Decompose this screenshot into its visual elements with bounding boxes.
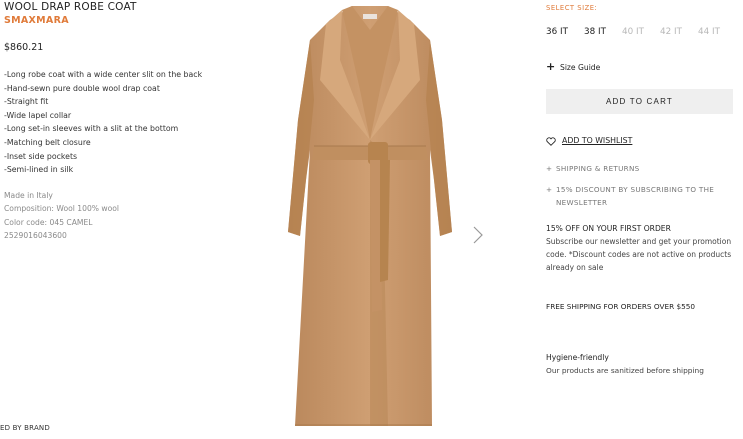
product-title: WOOL DRAP ROBE COAT [4, 1, 137, 13]
size-option-38[interactable]: 38 IT [584, 27, 622, 37]
hygiene-body: Our products are sanitized before shippi… [546, 366, 704, 375]
shipping-returns-label: SHIPPING & RETURNS [556, 164, 640, 173]
plus-icon: + [546, 185, 553, 194]
size-option-40[interactable]: 40 IT [622, 27, 660, 37]
plus-icon: + [546, 164, 553, 173]
sku-text: 2529016043600 [4, 230, 67, 240]
newsletter-discount-toggle[interactable]: + 15% DISCOUNT BY SUBSCRIBING TO THE NEW… [546, 183, 736, 209]
composition-text: Composition: Wool 100% wool [4, 204, 120, 214]
feature-item: -Straight fit [4, 97, 49, 107]
product-details: WOOL DRAP ROBE COAT SMAXMARA $860.21 -Lo… [4, 0, 204, 242]
size-guide-link[interactable]: + Size Guide [546, 61, 736, 73]
heart-icon [546, 131, 556, 150]
size-option-36[interactable]: 36 IT [546, 27, 584, 37]
hygiene-title: Hygiene-friendly [546, 353, 609, 362]
size-option-44[interactable]: 44 IT [698, 27, 736, 37]
product-image[interactable] [270, 0, 470, 426]
wishlist-label: ADD TO WISHLIST [562, 135, 633, 145]
size-guide-label: Size Guide [560, 62, 601, 72]
size-selector: 36 IT 38 IT 40 IT 42 IT 44 IT [546, 25, 736, 39]
feature-item: -Wide lapel collar [4, 110, 72, 120]
feature-item: -Hand-sewn pure double wool drap coat [4, 83, 160, 93]
feature-item: -Long set-in sleeves with a slit at the … [4, 124, 179, 134]
size-option-42[interactable]: 42 IT [660, 27, 698, 37]
feature-item: -Semi-lined in silk [4, 165, 74, 175]
purchase-panel: SELECT SIZE: 36 IT 38 IT 40 IT 42 IT 44 … [546, 0, 736, 377]
feature-list: -Long robe coat with a wide center slit … [4, 68, 204, 177]
product-brand[interactable]: SMAXMARA [4, 14, 204, 28]
coat-illustration [288, 6, 452, 426]
color-code-text: Color code: 045 CAMEL [4, 217, 93, 227]
select-size-label: SELECT SIZE: [546, 4, 598, 12]
plus-icon: + [546, 60, 556, 73]
product-info: Made in Italy Composition: Wool 100% woo… [4, 189, 204, 243]
feature-item: -Matching belt closure [4, 137, 91, 147]
promo-body: Subscribe our newsletter and get your pr… [546, 237, 732, 272]
shipping-returns-toggle[interactable]: + SHIPPING & RETURNS [546, 162, 736, 175]
product-price: $860.21 [4, 42, 44, 53]
origin-text: Made in Italy [4, 190, 53, 200]
free-shipping-text: FREE SHIPPING FOR ORDERS OVER $550 [546, 302, 696, 311]
add-to-cart-button[interactable]: ADD TO CART [546, 89, 733, 114]
add-to-wishlist-link[interactable]: ADD TO WISHLIST [546, 134, 736, 146]
footer-left-text: ED BY BRAND [0, 424, 50, 432]
newsletter-discount-label: 15% DISCOUNT BY SUBSCRIBING TO THE NEWSL… [556, 185, 715, 207]
promo-title: 15% OFF ON YOUR FIRST ORDER [546, 224, 671, 233]
feature-item: -Inset side pockets [4, 151, 78, 161]
chevron-right-icon[interactable] [470, 224, 486, 246]
feature-item: -Long robe coat with a wide center slit … [4, 70, 203, 79]
